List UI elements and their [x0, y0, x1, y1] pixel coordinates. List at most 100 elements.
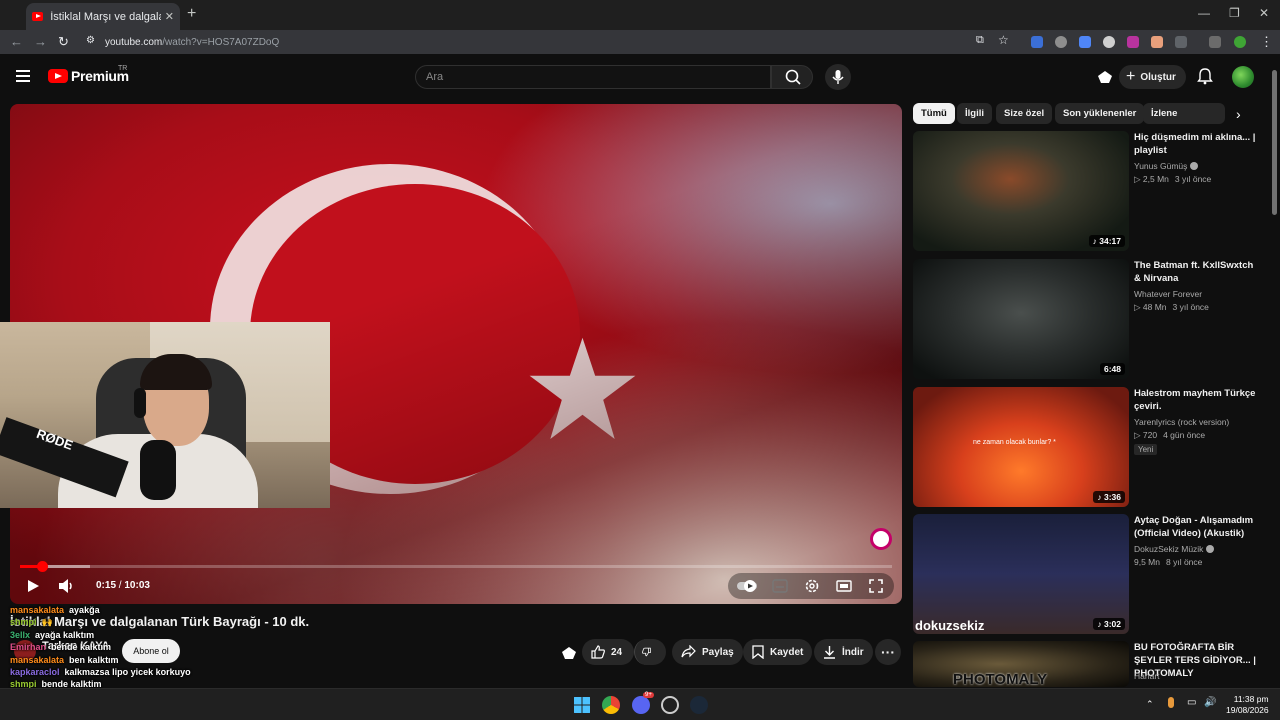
- chat-text: bende kalktım: [51, 642, 112, 653]
- hamburger-menu-icon[interactable]: [16, 70, 30, 82]
- extension-icon-1[interactable]: [1031, 36, 1043, 48]
- youtube-favicon-icon: [32, 12, 44, 21]
- video-thumbnail[interactable]: ne zaman olacak bunlar? * ♪ 3:36: [913, 387, 1129, 507]
- chip-2[interactable]: Size özel: [996, 103, 1053, 124]
- site-info-icon[interactable]: ⚙: [86, 35, 95, 46]
- recommended-channel[interactable]: Whatever Forever: [1134, 289, 1202, 299]
- discord-taskbar-icon[interactable]: [632, 696, 650, 714]
- channel-name-text: Whatever Forever: [1134, 289, 1203, 299]
- steam-taskbar-icon[interactable]: [690, 696, 708, 714]
- video-thumbnail[interactable]: ♪ 34:17: [913, 131, 1129, 251]
- video-duration: ♪ 3:02: [1093, 618, 1125, 630]
- play-icon[interactable]: [26, 579, 40, 593]
- subtitles-icon[interactable]: [772, 579, 788, 593]
- dislike-button[interactable]: [634, 639, 666, 665]
- settings-gear-icon[interactable]: [804, 578, 820, 594]
- tab-close-icon[interactable]: ✕: [165, 10, 174, 23]
- download-button[interactable]: İndir: [814, 639, 873, 665]
- channel-watermark[interactable]: [870, 528, 892, 550]
- window-close-icon[interactable]: ✕: [1259, 6, 1269, 20]
- notifications-bell-icon[interactable]: [1197, 67, 1213, 85]
- progress-bar[interactable]: [20, 561, 892, 572]
- chip-scroll-right-icon[interactable]: ›: [1236, 106, 1241, 122]
- recommended-channel[interactable]: Yunus Gümüş: [1134, 161, 1199, 171]
- chat-text: ayağa kalktım: [35, 629, 95, 640]
- maximize-icon[interactable]: ❐: [1229, 6, 1240, 20]
- network-tray-icon[interactable]: ▭: [1187, 697, 1196, 708]
- browser-menu-icon[interactable]: ⋮: [1260, 34, 1273, 50]
- extensions-puzzle-icon[interactable]: [1175, 36, 1187, 48]
- recommended-channel[interactable]: DokuzSekiz Müzik: [1134, 544, 1215, 554]
- extension-icon-5[interactable]: [1127, 36, 1139, 48]
- microphone-icon: [832, 70, 844, 84]
- recommended-video-title[interactable]: Halestrom mayhem Türkçe çeviri.: [1134, 387, 1259, 413]
- recommended-video-title[interactable]: The Batman ft. KxllSwxtch & Nirvana: [1134, 259, 1259, 285]
- extension-icon-6[interactable]: [1151, 36, 1163, 48]
- fullscreen-icon[interactable]: [868, 578, 884, 594]
- recommended-channel[interactable]: Hanart: [1134, 671, 1160, 681]
- windows-start-icon[interactable]: [573, 696, 591, 714]
- video-thumbnail[interactable]: 6:48: [913, 259, 1129, 379]
- reload-icon[interactable]: ↻: [58, 34, 69, 50]
- extension-icon-3[interactable]: [1079, 36, 1091, 48]
- video-thumbnail[interactable]: dokuzsekiz ♪ 3:02: [913, 514, 1129, 634]
- extension-icon-4[interactable]: [1103, 36, 1115, 48]
- recommended-channel[interactable]: Yarenlyrics (rock version): [1134, 417, 1229, 427]
- address-bar[interactable]: youtube.com/watch?v=HOS7A07ZDoQ: [105, 32, 965, 52]
- microphone-tray-icon[interactable]: [1168, 697, 1174, 708]
- create-button[interactable]: + Oluştur: [1119, 65, 1186, 89]
- extension-icon-2[interactable]: [1055, 36, 1067, 48]
- recommended-video-title[interactable]: Hiç düşmedim mi aklına... | playlist: [1134, 131, 1259, 157]
- share-button[interactable]: Paylaş: [672, 639, 743, 665]
- like-button[interactable]: 24: [582, 639, 634, 665]
- speaker-tray-icon[interactable]: 🔊: [1204, 697, 1216, 708]
- autoplay-toggle-icon[interactable]: [736, 579, 758, 593]
- chrome-taskbar-icon[interactable]: [602, 696, 620, 714]
- progress-scrubber-handle[interactable]: [36, 561, 48, 572]
- youtube-premium-logo[interactable]: Premium TR: [48, 65, 129, 84]
- volume-icon[interactable]: [58, 578, 76, 594]
- new-tab-icon[interactable]: +: [187, 5, 196, 23]
- save-label: Kaydet: [770, 646, 804, 658]
- premium-benefit-icon[interactable]: [560, 644, 578, 662]
- chip-1[interactable]: İlgili: [957, 103, 992, 124]
- view-count: ▷ 2,5 Mn: [1134, 174, 1169, 184]
- chat-username: Emirhan: [10, 642, 47, 653]
- profile-avatar-icon[interactable]: [1234, 36, 1246, 48]
- reading-list-icon[interactable]: [1209, 36, 1221, 48]
- more-actions-button[interactable]: ···: [875, 639, 901, 665]
- video-duration: ♪ 34:17: [1088, 235, 1125, 247]
- like-count: 24: [611, 646, 623, 658]
- save-button[interactable]: Kaydet: [743, 639, 813, 665]
- chip-3[interactable]: Son yüklenenler: [1055, 103, 1145, 124]
- video-duration: ♪ 3:36: [1093, 491, 1125, 503]
- video-thumbnail[interactable]: PHOTOMALY: [913, 641, 1129, 687]
- voice-search-button[interactable]: [825, 64, 851, 90]
- search-button[interactable]: [771, 65, 813, 89]
- create-label: Oluştur: [1140, 71, 1176, 83]
- forward-icon[interactable]: →: [34, 34, 47, 49]
- browser-tab-strip: İstiklal Marşı ve dalgalanan Türk Bayrağ…: [0, 0, 1280, 30]
- theater-mode-icon[interactable]: [836, 579, 852, 593]
- chip-0[interactable]: Tümü: [913, 103, 955, 124]
- thumbs-up-icon: [591, 645, 605, 659]
- search-input[interactable]: Ara: [415, 65, 771, 89]
- chat-message: shmpi 🙌: [10, 616, 270, 628]
- upload-age: 8 yıl önce: [1166, 557, 1203, 567]
- obs-taskbar-icon[interactable]: [661, 696, 679, 714]
- browser-tab[interactable]: İstiklal Marşı ve dalgalanan Türk Bayrağ…: [26, 3, 180, 30]
- page-scrollbar[interactable]: [1272, 70, 1277, 215]
- chip-4[interactable]: İzlene: [1143, 103, 1225, 124]
- back-icon[interactable]: ←: [10, 34, 23, 49]
- plus-icon: +: [1126, 68, 1136, 85]
- premium-perks-icon[interactable]: [1096, 68, 1114, 86]
- recommended-video-title[interactable]: Aytaç Doğan - Alışamadım (Official Video…: [1134, 514, 1259, 540]
- account-avatar[interactable]: [1232, 66, 1254, 88]
- tray-overflow-icon[interactable]: ⌃: [1146, 699, 1154, 710]
- tray-clock[interactable]: 11:38 pm 19/08/2026: [1226, 694, 1269, 716]
- install-app-icon[interactable]: ⧉: [976, 34, 984, 47]
- share-arrow-icon: [681, 645, 696, 658]
- bookmark-star-icon[interactable]: ☆: [998, 33, 1009, 47]
- more-dots-icon: ···: [881, 644, 895, 660]
- minimize-icon[interactable]: —: [1198, 6, 1210, 20]
